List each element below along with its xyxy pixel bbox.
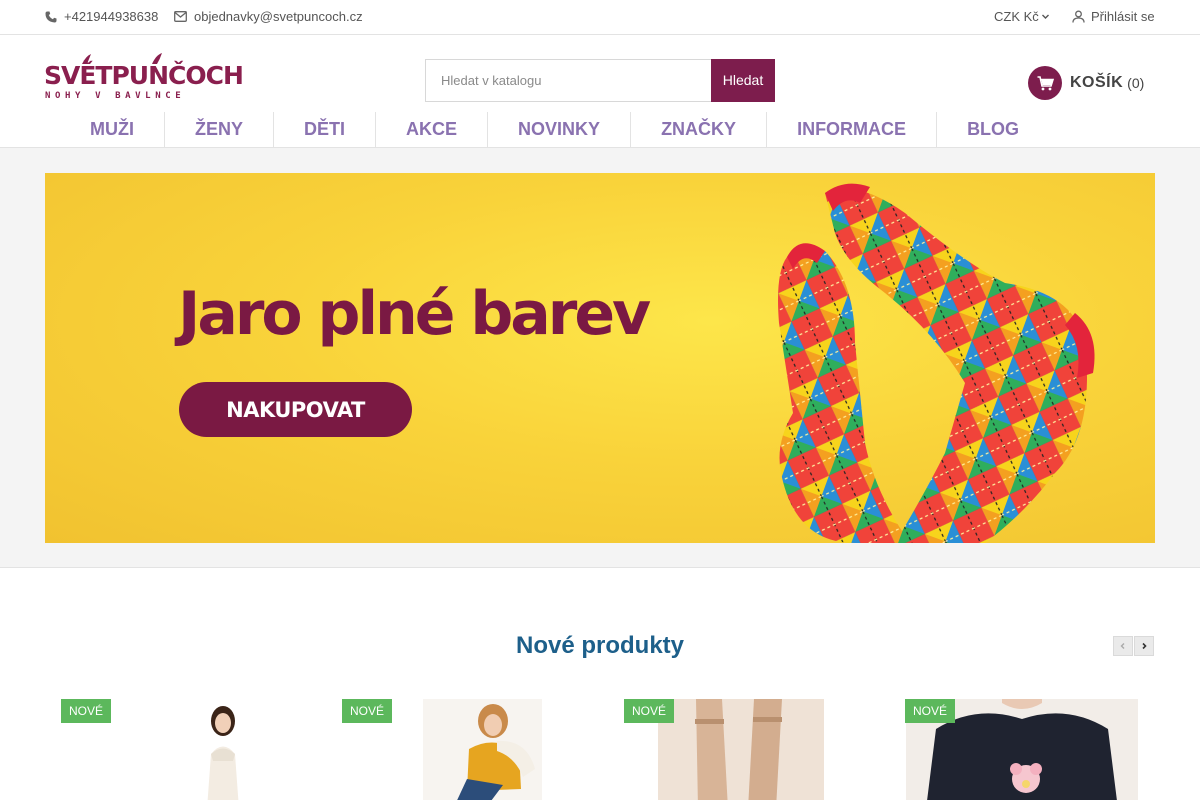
phone-contact[interactable]: +421944938638 bbox=[45, 9, 158, 24]
carousel-next-button[interactable] bbox=[1134, 636, 1154, 656]
nude-ankle-socks-image bbox=[658, 699, 824, 800]
nav-item-akce[interactable]: AKCE bbox=[376, 112, 489, 147]
nav-item-deti[interactable]: DĚTI bbox=[274, 112, 377, 147]
search-bar: Hledat bbox=[425, 59, 775, 102]
section-title-new-products: Nové produkty bbox=[515, 632, 685, 659]
nav-item-blog[interactable]: BLOG bbox=[937, 112, 1049, 147]
email-contact[interactable]: objednavky@svetpuncoch.cz bbox=[174, 9, 363, 24]
carousel-controls bbox=[1113, 636, 1154, 656]
search-input[interactable] bbox=[425, 59, 712, 102]
cart-button[interactable]: KOŠÍK (0) bbox=[1028, 66, 1144, 100]
product-card[interactable]: NOVÉ bbox=[608, 699, 858, 800]
nav-item-informace[interactable]: INFORMACE bbox=[767, 112, 938, 147]
logo-wordmark: SVĚTPUNČOCH bbox=[44, 61, 244, 90]
argyle-socks-image bbox=[778, 183, 1095, 543]
chevron-left-icon bbox=[1120, 643, 1125, 649]
user-icon bbox=[1072, 10, 1085, 23]
login-label: Přihlásit se bbox=[1091, 9, 1155, 24]
shopping-cart-icon bbox=[1037, 75, 1054, 90]
cart-label: KOŠÍK bbox=[1070, 74, 1124, 91]
phone-number: +421944938638 bbox=[64, 9, 159, 24]
product-card[interactable]: NOVÉ bbox=[45, 699, 295, 800]
new-badge: NOVÉ bbox=[905, 699, 956, 723]
top-bar: +421944938638 objednavky@svetpuncoch.cz … bbox=[0, 0, 1200, 35]
nav-item-zeny[interactable]: ŽENY bbox=[165, 112, 275, 147]
girl-jeans-yellow-top-image bbox=[423, 699, 542, 800]
envelope-icon bbox=[174, 11, 187, 22]
product-card[interactable]: NOVÉ bbox=[326, 699, 576, 800]
currency-selector[interactable]: CZK Kč bbox=[994, 9, 1050, 24]
cart-badge bbox=[1028, 66, 1062, 100]
phone-icon bbox=[45, 11, 57, 22]
new-badge: NOVÉ bbox=[61, 699, 112, 723]
banner-headline: Jaro plné barev bbox=[178, 279, 651, 349]
chevron-right-icon bbox=[1142, 642, 1147, 650]
main-nav: MUŽI ŽENY DĚTI AKCE NOVINKY ZNAČKY INFOR… bbox=[60, 112, 1049, 147]
carousel-prev-button[interactable] bbox=[1113, 636, 1133, 656]
product-image-girl-white-dress[interactable] bbox=[185, 699, 260, 800]
product-card[interactable]: NOVÉ bbox=[889, 699, 1139, 800]
email-address: objednavky@svetpuncoch.cz bbox=[194, 9, 363, 24]
logo-tagline: NOHY V BAVLNCE bbox=[45, 91, 186, 101]
nav-item-znacky[interactable]: ZNAČKY bbox=[631, 112, 768, 147]
nav-item-novinky[interactable]: NOVINKY bbox=[488, 112, 632, 147]
chevron-down-icon bbox=[1041, 14, 1049, 19]
nav-item-muzi[interactable]: MUŽI bbox=[60, 112, 165, 147]
product-image-nude-socks[interactable] bbox=[658, 699, 824, 800]
currency-label: CZK Kč bbox=[994, 9, 1039, 24]
product-image-girl-jeans[interactable] bbox=[423, 699, 542, 800]
girl-white-dress-image bbox=[185, 699, 260, 800]
search-button[interactable]: Hledat bbox=[711, 59, 775, 102]
site-logo[interactable]: SVĚTPUNČOCH NOHY V BAVLNCE bbox=[44, 50, 244, 106]
hero-banner[interactable]: Jaro plné barev NAKUPOVAT bbox=[45, 173, 1155, 543]
new-badge: NOVÉ bbox=[342, 699, 393, 723]
shop-now-button[interactable]: NAKUPOVAT bbox=[179, 382, 412, 437]
cart-count: (0) bbox=[1127, 75, 1145, 91]
new-badge: NOVÉ bbox=[624, 699, 675, 723]
login-link[interactable]: Přihlásit se bbox=[1072, 9, 1155, 24]
